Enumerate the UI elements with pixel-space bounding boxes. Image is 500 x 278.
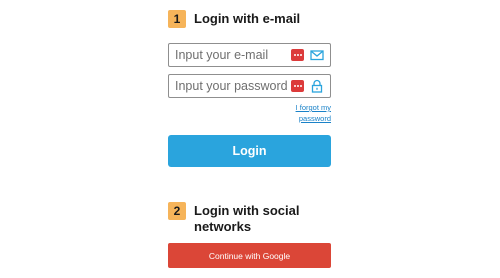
forgot-password-link[interactable]: I forgot my password	[290, 102, 331, 124]
padlock-icon	[311, 79, 323, 93]
password-input[interactable]	[175, 77, 287, 95]
password-manager-icon[interactable]	[291, 80, 304, 92]
social-login-heading-line1: Login with social	[194, 203, 300, 218]
email-field[interactable]	[168, 43, 331, 67]
password-field[interactable]	[168, 74, 331, 98]
email-login-heading: Login with e-mail	[194, 11, 301, 26]
step-2-badge: 2	[168, 202, 186, 220]
step-1-badge: 1	[168, 10, 186, 28]
forgot-password-link-line1[interactable]: I forgot my	[290, 102, 331, 113]
social-login-heading: Login with social networks	[194, 203, 299, 235]
login-button[interactable]: Login	[168, 135, 331, 167]
envelope-icon	[310, 50, 324, 61]
social-login-heading-line2: networks	[194, 219, 252, 234]
continue-with-google-button[interactable]: Continue with Google	[168, 243, 331, 268]
login-button-label: Login	[232, 144, 267, 158]
password-manager-icon[interactable]	[291, 49, 304, 61]
google-button-label: Continue with Google	[208, 250, 291, 261]
forgot-password-link-line2[interactable]: password	[290, 113, 331, 124]
email-input[interactable]	[175, 46, 287, 64]
